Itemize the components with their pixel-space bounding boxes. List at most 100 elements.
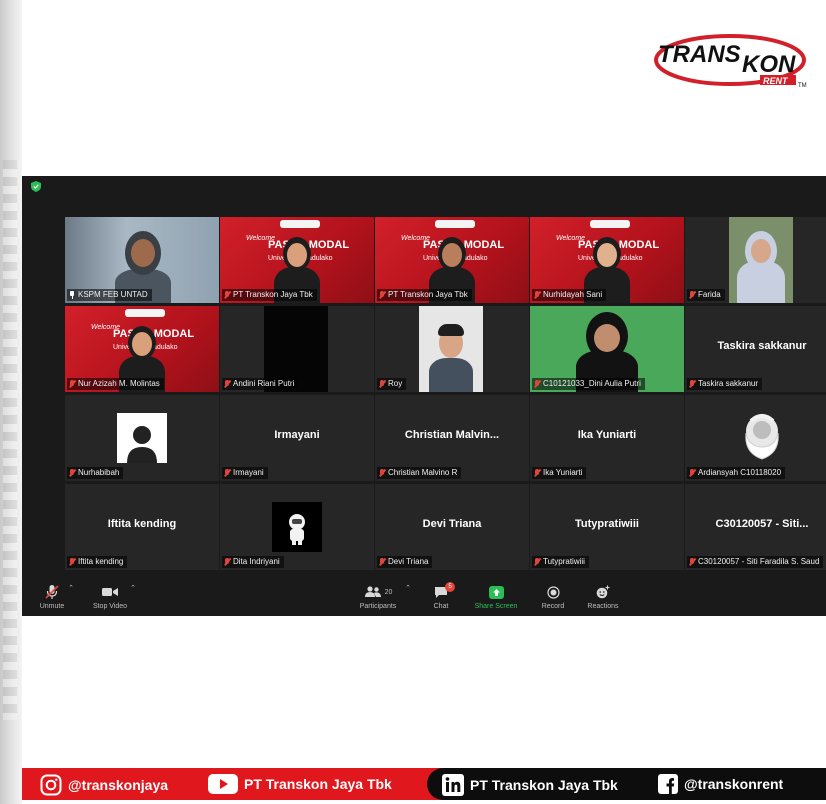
mic-muted-icon — [534, 380, 540, 388]
participant-name: Irmayani — [233, 468, 264, 477]
participant-tile[interactable]: C10121033_Dini Aulia Putri — [530, 306, 684, 392]
participant-name: Iftita kending — [78, 557, 124, 566]
participant-tile[interactable]: WelcomePASAR MODALUniversitas TadulakoPT… — [375, 217, 529, 303]
participant-tile[interactable]: Iftita kending Iftita kending — [65, 484, 219, 570]
participant-tile[interactable]: Nurhabibah — [65, 395, 219, 481]
participant-name-label: C10121033_Dini Aulia Putri — [532, 378, 645, 390]
participant-tile[interactable]: Andini Riani Putri — [220, 306, 374, 392]
participant-name-label: Nurhabibah — [67, 467, 124, 479]
participant-gallery: KSPM FEB UNTAD WelcomePASAR MODALUniversi… — [65, 217, 826, 572]
participant-display-name: Taskira sakkanur — [717, 340, 807, 352]
participant-name: Dita Indriyani — [233, 557, 280, 566]
reactions-label: Reactions — [587, 603, 619, 610]
youtube-text: PT Transkon Jaya Tbk — [244, 776, 392, 792]
instagram-handle[interactable]: @transkonjaya — [40, 774, 168, 796]
participant-name-label: Irmayani — [222, 467, 268, 479]
audio-options-chevron-icon[interactable]: ⌃ — [66, 584, 76, 592]
participant-tile[interactable]: Taskira sakkanur Taskira sakkanur — [685, 306, 826, 392]
participant-tile[interactable]: WelcomePASAR MODALUniversitas TadulakoNu… — [65, 306, 219, 392]
participant-tile[interactable]: Ardiansyah C10118020 — [685, 395, 826, 481]
mic-muted-icon — [224, 469, 230, 477]
participant-name: Nurhidayah Sani — [543, 290, 603, 299]
participant-tile[interactable]: C30120057 - Siti... C30120057 - Siti Fara… — [685, 484, 826, 570]
record-icon — [546, 585, 560, 599]
social-media-footer: @transkonjaya PT Transkon Jaya Tbk PT Tr… — [22, 764, 826, 804]
banner-logos — [435, 220, 475, 228]
profile-astronaut-icon — [272, 502, 322, 552]
participant-name-label: Andini Riani Putri — [222, 378, 299, 390]
participant-display-name: Iftita kending — [107, 518, 177, 530]
share-screen-label: Share Screen — [474, 603, 518, 610]
participant-name: Andini Riani Putri — [233, 379, 295, 388]
participant-display-name: Tutypratiwiii — [575, 518, 639, 530]
participants-icon — [364, 586, 381, 597]
chat-button[interactable]: 5 Chat — [411, 582, 471, 610]
participant-tile[interactable]: Devi Triana Devi Triana — [375, 484, 529, 570]
facebook-page[interactable]: @transkonrent — [658, 774, 783, 794]
logo-rent-text: RENT — [763, 76, 789, 86]
mic-muted-icon — [45, 585, 59, 599]
participant-tile[interactable]: Farida — [685, 217, 826, 303]
linkedin-icon — [442, 774, 464, 796]
logo-kon-text: KON — [742, 51, 796, 78]
participant-display-name: Irmayani — [274, 429, 320, 441]
participant-display-name: Christian Malvin... — [404, 429, 500, 441]
participant-name-label: PT Transkon Jaya Tbk — [377, 289, 472, 301]
participant-name-label: Ika Yuniarti — [532, 467, 587, 479]
participant-video-person — [427, 320, 475, 392]
facebook-text: @transkonrent — [684, 776, 784, 792]
mic-muted-icon — [534, 291, 540, 299]
participant-tile[interactable]: Irmayani Irmayani — [220, 395, 374, 481]
participant-name: Tutypratiwiii — [543, 557, 585, 566]
mic-muted-icon — [69, 380, 75, 388]
participant-display-name: Devi Triana — [422, 518, 482, 530]
participant-tile[interactable]: Roy — [375, 306, 529, 392]
participants-label: Participants — [359, 603, 397, 610]
participant-tile[interactable]: WelcomePASAR MODALUniversitas TadulakoPT… — [220, 217, 374, 303]
participants-count: 20 — [384, 588, 393, 596]
profile-portrait-icon — [745, 414, 779, 460]
share-screen-button[interactable]: Share Screen — [466, 584, 526, 610]
logo-trans-text: TRANS — [658, 41, 741, 68]
participant-tile[interactable]: Ika Yuniarti Ika Yuniarti — [530, 395, 684, 481]
mic-muted-icon — [689, 380, 695, 388]
participant-name: C30120057 - Siti Faradila S. Saud — [698, 557, 820, 566]
share-screen-arrow-icon — [488, 585, 504, 599]
participants-button[interactable]: 20 Participants — [348, 584, 408, 610]
participant-tile[interactable]: Christian Malvin... Christian Malvino R — [375, 395, 529, 481]
participant-tile[interactable]: KSPM FEB UNTAD — [65, 217, 219, 303]
chat-label: Chat — [433, 603, 449, 610]
participant-tile[interactable]: WelcomePASAR MODALUniversitas TadulakoNu… — [530, 217, 684, 303]
participant-name-label: Christian Malvino R — [377, 467, 462, 479]
participant-tile[interactable]: Dita Indriyani — [220, 484, 374, 570]
mic-muted-icon — [534, 558, 540, 566]
youtube-channel[interactable]: PT Transkon Jaya Tbk — [208, 774, 392, 794]
mic-muted-icon — [379, 380, 385, 388]
video-options-chevron-icon[interactable]: ⌃ — [128, 584, 138, 592]
reactions-button[interactable]: Reactions — [573, 584, 633, 610]
mic-muted-icon — [69, 469, 75, 477]
meeting-toolbar: Unmute ⌃ Stop Video ⌃ 20 Participants ⌃ … — [22, 578, 826, 616]
banner-logos — [280, 220, 320, 228]
instagram-text: @transkonjaya — [68, 777, 169, 793]
participant-name-label: Roy — [377, 378, 407, 390]
participant-name: Ika Yuniarti — [543, 468, 583, 477]
participant-tile[interactable]: Tutypratiwiii Tutypratiwiii — [530, 484, 684, 570]
participant-name: PT Transkon Jaya Tbk — [233, 290, 313, 299]
participant-name: C10121033_Dini Aulia Putri — [543, 379, 641, 388]
transkon-rent-logo: TRANS KON RENT TM — [654, 34, 807, 89]
linkedin-page[interactable]: PT Transkon Jaya Tbk — [442, 774, 618, 796]
profile-silhouette-icon — [117, 413, 167, 463]
participant-name: Nurhabibah — [78, 468, 120, 477]
participant-name: KSPM FEB UNTAD — [78, 290, 148, 299]
instagram-icon — [40, 774, 62, 796]
participant-video-person — [735, 227, 787, 303]
facebook-icon — [658, 774, 678, 794]
participant-name-label: Farida — [687, 289, 725, 301]
participant-name: PT Transkon Jaya Tbk — [388, 290, 468, 299]
security-shield-icon[interactable] — [31, 181, 41, 192]
video-camera-icon — [102, 588, 118, 596]
meeting-top-bar — [22, 176, 826, 198]
mic-muted-icon — [224, 380, 230, 388]
mic-muted-icon — [379, 558, 385, 566]
